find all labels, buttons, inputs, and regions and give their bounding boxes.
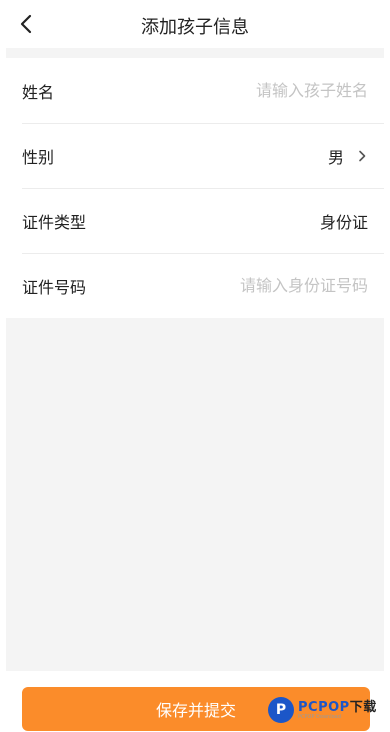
id-type-value: 身份证 [319,212,368,232]
id-number-row: 证件号码 [6,253,384,318]
id-number-input[interactable] [168,276,368,295]
watermark-main: PCPOP [298,699,350,715]
child-info-form: 姓名 性别 男 证件类型 身份证 证件号码 [6,58,384,318]
name-input[interactable] [168,81,368,100]
gender-label: 性别 [22,147,55,167]
header-bar: 添加孩子信息 [0,0,390,48]
watermark: P PCPOP下载 PCPOP Download [268,694,377,726]
watermark-text: PCPOP下载 PCPOP Download [298,701,377,720]
id-type-row: 证件类型 身份证 [6,188,384,253]
name-label: 姓名 [22,82,55,102]
id-type-label: 证件类型 [22,212,87,232]
page-title: 添加孩子信息 [141,17,249,38]
gender-selector[interactable]: 男 [328,144,368,168]
gender-row[interactable]: 性别 男 [6,123,384,188]
pcpop-logo-icon: P [268,697,294,723]
watermark-sub: PCPOP Download [298,713,341,720]
content-area: 姓名 性别 男 证件类型 身份证 证件号码 [6,48,384,671]
chevron-right-icon [356,149,368,163]
gender-value: 男 [327,147,344,167]
id-number-label: 证件号码 [22,277,87,297]
name-row: 姓名 [6,58,384,123]
watermark-suffix: 下载 [349,699,377,715]
